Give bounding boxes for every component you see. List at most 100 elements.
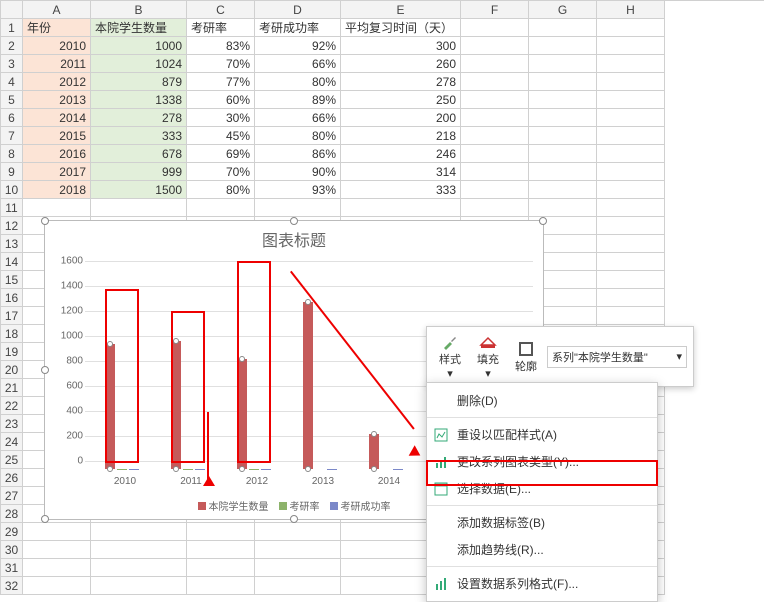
menu-delete[interactable]: 删除(D) (427, 387, 657, 414)
cell[interactable] (597, 163, 665, 181)
cell[interactable] (597, 73, 665, 91)
cell[interactable] (461, 91, 529, 109)
cell[interactable]: 本院学生数量 (91, 19, 187, 37)
cell[interactable]: 300 (341, 37, 461, 55)
row-header[interactable]: 30 (1, 541, 23, 559)
row-header[interactable]: 6 (1, 109, 23, 127)
cell[interactable]: 218 (341, 127, 461, 145)
cell[interactable]: 考研率 (187, 19, 255, 37)
menu-reset-style[interactable]: 重设以匹配样式(A) (427, 421, 657, 448)
column-header[interactable]: F (461, 1, 529, 19)
cell[interactable]: 60% (187, 91, 255, 109)
cell[interactable] (187, 577, 255, 595)
cell[interactable]: 80% (255, 127, 341, 145)
cell[interactable]: 77% (187, 73, 255, 91)
row-header[interactable]: 20 (1, 361, 23, 379)
cell[interactable]: 1024 (91, 55, 187, 73)
cell[interactable] (461, 199, 529, 217)
column-header[interactable]: A (23, 1, 91, 19)
cell[interactable] (461, 109, 529, 127)
cell[interactable] (597, 235, 665, 253)
cell[interactable]: 30% (187, 109, 255, 127)
cell[interactable]: 333 (341, 181, 461, 199)
cell[interactable]: 93% (255, 181, 341, 199)
cell[interactable]: 86% (255, 145, 341, 163)
row-header[interactable]: 27 (1, 487, 23, 505)
menu-change-chart-type[interactable]: 更改系列图表类型(Y)... (427, 448, 657, 475)
cell[interactable]: 246 (341, 145, 461, 163)
cell[interactable] (597, 55, 665, 73)
cell[interactable]: 2017 (23, 163, 91, 181)
cell[interactable]: 2016 (23, 145, 91, 163)
cell[interactable]: 1500 (91, 181, 187, 199)
cell[interactable] (597, 19, 665, 37)
cell[interactable] (461, 145, 529, 163)
cell[interactable]: 879 (91, 73, 187, 91)
cell[interactable] (597, 109, 665, 127)
cell[interactable]: 999 (91, 163, 187, 181)
cell[interactable] (255, 523, 341, 541)
row-header[interactable]: 3 (1, 55, 23, 73)
cell[interactable] (23, 199, 91, 217)
outline-button[interactable]: 轮廓 (509, 338, 543, 376)
cell[interactable] (529, 73, 597, 91)
menu-select-data[interactable]: 选择数据(E)... (427, 475, 657, 502)
row-header[interactable]: 5 (1, 91, 23, 109)
row-header[interactable]: 24 (1, 433, 23, 451)
row-header[interactable]: 32 (1, 577, 23, 595)
cell[interactable] (461, 55, 529, 73)
chart-resize-handle[interactable] (41, 515, 49, 523)
cell[interactable] (529, 55, 597, 73)
cell[interactable]: 278 (341, 73, 461, 91)
row-header[interactable]: 15 (1, 271, 23, 289)
column-header[interactable]: B (91, 1, 187, 19)
cell[interactable] (597, 145, 665, 163)
row-header[interactable]: 17 (1, 307, 23, 325)
cell[interactable]: 2011 (23, 55, 91, 73)
cell[interactable]: 2010 (23, 37, 91, 55)
column-header[interactable]: D (255, 1, 341, 19)
cell[interactable]: 2012 (23, 73, 91, 91)
cell[interactable]: 333 (91, 127, 187, 145)
cell[interactable] (461, 127, 529, 145)
cell[interactable] (529, 109, 597, 127)
row-header[interactable]: 26 (1, 469, 23, 487)
cell[interactable] (187, 199, 255, 217)
cell[interactable] (91, 523, 187, 541)
row-header[interactable]: 10 (1, 181, 23, 199)
style-button[interactable]: 样式▾ (433, 331, 467, 382)
row-header[interactable]: 11 (1, 199, 23, 217)
cell[interactable] (187, 541, 255, 559)
cell[interactable] (597, 181, 665, 199)
row-header[interactable]: 19 (1, 343, 23, 361)
row-header[interactable]: 16 (1, 289, 23, 307)
cell[interactable]: 278 (91, 109, 187, 127)
column-header[interactable]: H (597, 1, 665, 19)
row-header[interactable]: 31 (1, 559, 23, 577)
cell[interactable] (529, 145, 597, 163)
chart-resize-handle[interactable] (290, 217, 298, 225)
cell[interactable]: 考研成功率 (255, 19, 341, 37)
chart-resize-handle[interactable] (41, 217, 49, 225)
cell[interactable]: 200 (341, 109, 461, 127)
row-header[interactable]: 7 (1, 127, 23, 145)
menu-add-data-labels[interactable]: 添加数据标签(B) (427, 509, 657, 536)
cell[interactable] (187, 523, 255, 541)
series-selector[interactable]: 系列"本院学生数量" ▾ (547, 346, 687, 368)
column-header[interactable]: G (529, 1, 597, 19)
cell[interactable]: 260 (341, 55, 461, 73)
cell[interactable] (597, 199, 665, 217)
cell[interactable]: 80% (255, 73, 341, 91)
cell[interactable]: 314 (341, 163, 461, 181)
menu-format-series[interactable]: 设置数据系列格式(F)... (427, 570, 657, 597)
cell[interactable]: 92% (255, 37, 341, 55)
cell[interactable]: 70% (187, 55, 255, 73)
cell[interactable]: 83% (187, 37, 255, 55)
cell[interactable] (461, 163, 529, 181)
cell[interactable] (91, 199, 187, 217)
cell[interactable] (529, 19, 597, 37)
cell[interactable] (255, 559, 341, 577)
cell[interactable]: 69% (187, 145, 255, 163)
cell[interactable] (597, 127, 665, 145)
cell[interactable] (91, 577, 187, 595)
